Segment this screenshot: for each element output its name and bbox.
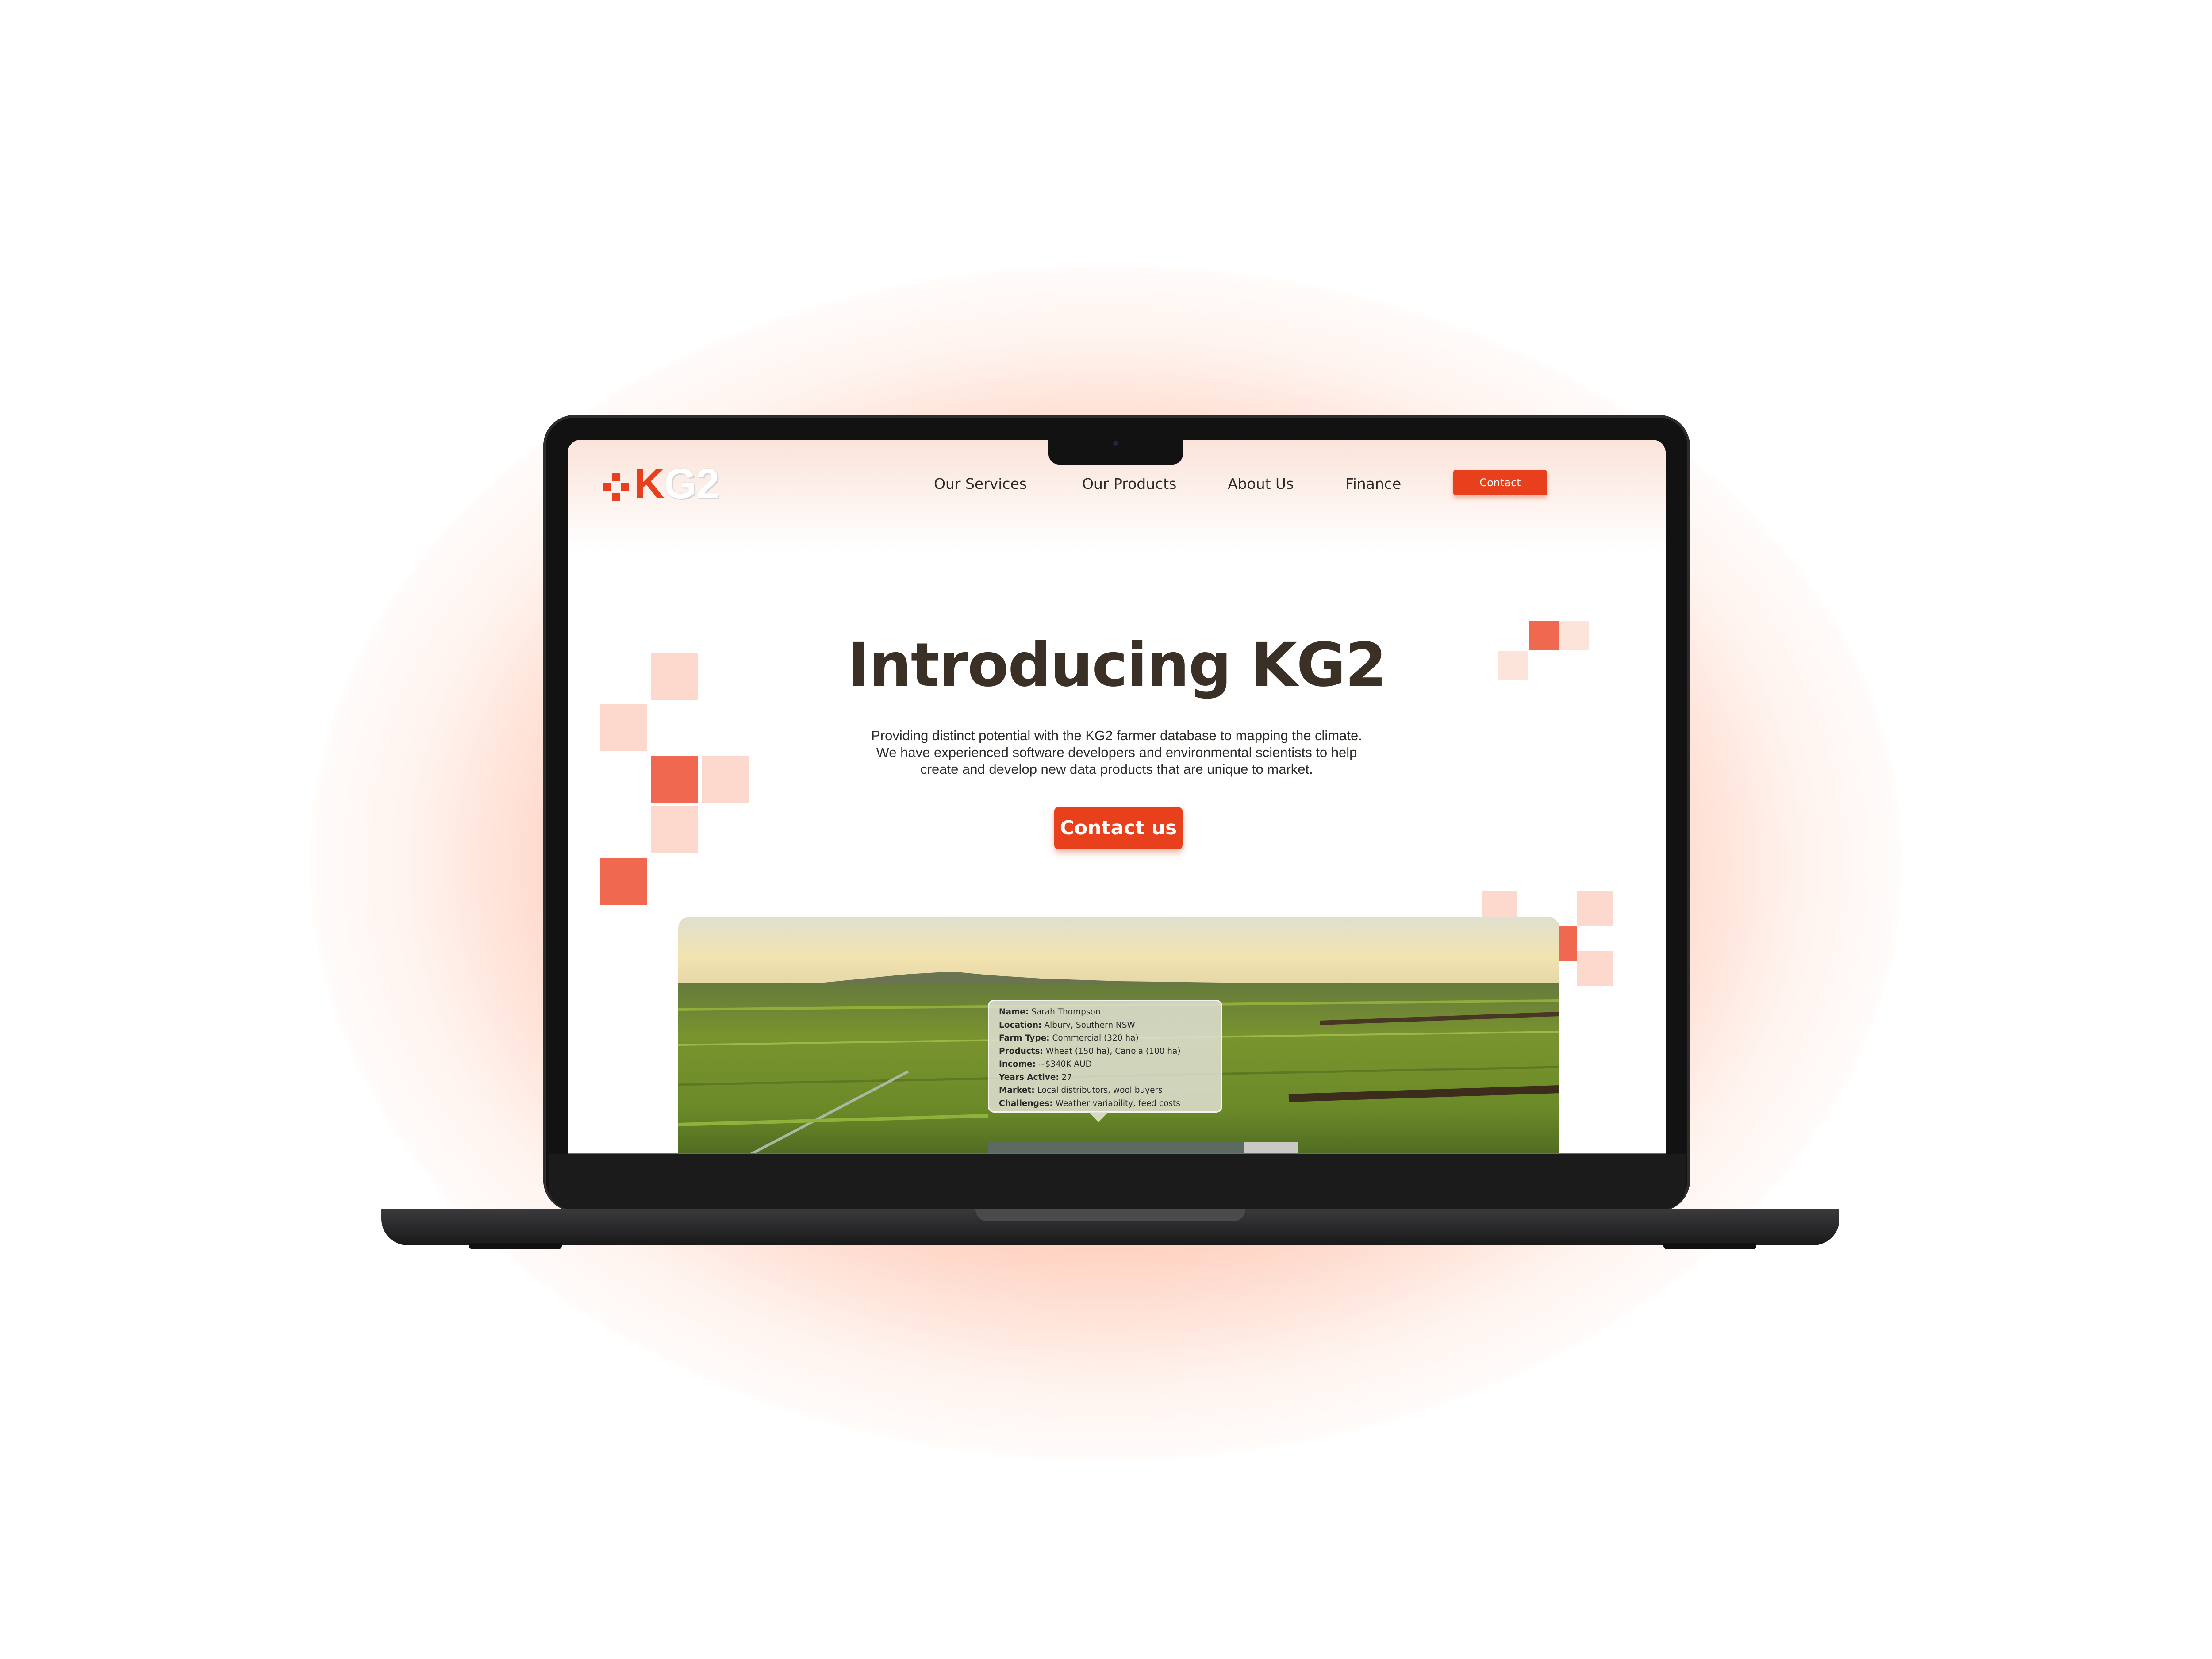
farmer-field-label: Location: xyxy=(999,1020,1042,1030)
farmer-field-value: Albury, Southern NSW xyxy=(1044,1020,1135,1030)
hero-title: Introducing KG2 xyxy=(847,630,1387,700)
farmer-income-row: Income: ~$340K AUD xyxy=(999,1058,1211,1071)
laptop-foot xyxy=(469,1243,562,1249)
hero-description-line: create and develop new data products tha… xyxy=(920,761,1313,777)
decor-square xyxy=(1482,891,1517,918)
farmer-field-value: Weather variability, feed costs xyxy=(1055,1098,1180,1108)
farmer-info-card[interactable]: Name: Sarah Thompson Location: Albury, S… xyxy=(988,1000,1222,1113)
decor-square xyxy=(702,756,749,803)
header-contact-button[interactable]: Contact xyxy=(1453,470,1547,495)
contact-us-button[interactable]: Contact us xyxy=(1054,807,1183,849)
laptop-bezel-bottom xyxy=(549,1154,1686,1209)
laptop-screen: KG2 Our Services Our Products About Us F… xyxy=(568,440,1666,1154)
farmer-field-label: Years Active: xyxy=(999,1072,1059,1082)
farmer-field-label: Products: xyxy=(999,1046,1044,1056)
farmer-card-pointer xyxy=(1089,1112,1108,1122)
farmer-field-value: 27 xyxy=(1061,1072,1072,1082)
farmer-field-value: ~$340K AUD xyxy=(1038,1060,1092,1069)
hero-description-line: Providing distinct potential with the KG… xyxy=(871,728,1362,743)
farm-aerial-image: Name: Sarah Thompson Location: Albury, S… xyxy=(678,917,1559,1154)
decor-square xyxy=(600,704,647,751)
farmer-field-value: Sarah Thompson xyxy=(1031,1007,1101,1017)
camera-icon xyxy=(1113,441,1118,446)
nav-finance[interactable]: Finance xyxy=(1345,471,1401,497)
laptop-foot xyxy=(1663,1243,1756,1249)
decor-square xyxy=(600,858,647,905)
farmer-field-label: Challenges: xyxy=(999,1098,1053,1108)
nav-our-services[interactable]: Our Services xyxy=(934,471,1027,497)
farmer-field-label: Market: xyxy=(999,1086,1035,1095)
decor-square xyxy=(1577,951,1613,986)
decor-square xyxy=(651,806,698,853)
farmer-name-row: Name: Sarah Thompson xyxy=(999,1006,1211,1019)
laptop-hinge-notch xyxy=(975,1209,1245,1221)
decor-square xyxy=(651,756,698,803)
farmer-market-row: Market: Local distributors, wool buyers xyxy=(999,1084,1211,1097)
farmer-field-value: Commercial (320 ha) xyxy=(1052,1033,1139,1043)
farmer-field-label: Income: xyxy=(999,1060,1036,1069)
farmer-field-label: Farm Type: xyxy=(999,1033,1050,1043)
hero-description-line: We have experienced software developers … xyxy=(876,745,1357,760)
farmer-challenges-row: Challenges: Weather variability, feed co… xyxy=(999,1097,1211,1110)
farmer-location-row: Location: Albury, Southern NSW xyxy=(999,1019,1211,1032)
decor-square xyxy=(1559,926,1577,961)
hero-description: Providing distinct potential with the KG… xyxy=(851,727,1382,778)
nav-about-us[interactable]: About Us xyxy=(1228,471,1294,497)
farmer-farm-type-row: Farm Type: Commercial (320 ha) xyxy=(999,1032,1211,1045)
farmer-products-row: Products: Wheat (150 ha), Canola (100 ha… xyxy=(999,1045,1211,1058)
farmer-field-value: Local distributors, wool buyers xyxy=(1037,1086,1163,1095)
farmer-field-value: Wheat (150 ha), Canola (100 ha) xyxy=(1045,1046,1181,1056)
decor-square xyxy=(1577,891,1613,926)
farmer-field-label: Name: xyxy=(999,1007,1029,1017)
farmer-years-active-row: Years Active: 27 xyxy=(999,1071,1211,1084)
nav-our-products[interactable]: Our Products xyxy=(1082,471,1176,497)
screen-bottom-accent xyxy=(568,1153,1666,1154)
